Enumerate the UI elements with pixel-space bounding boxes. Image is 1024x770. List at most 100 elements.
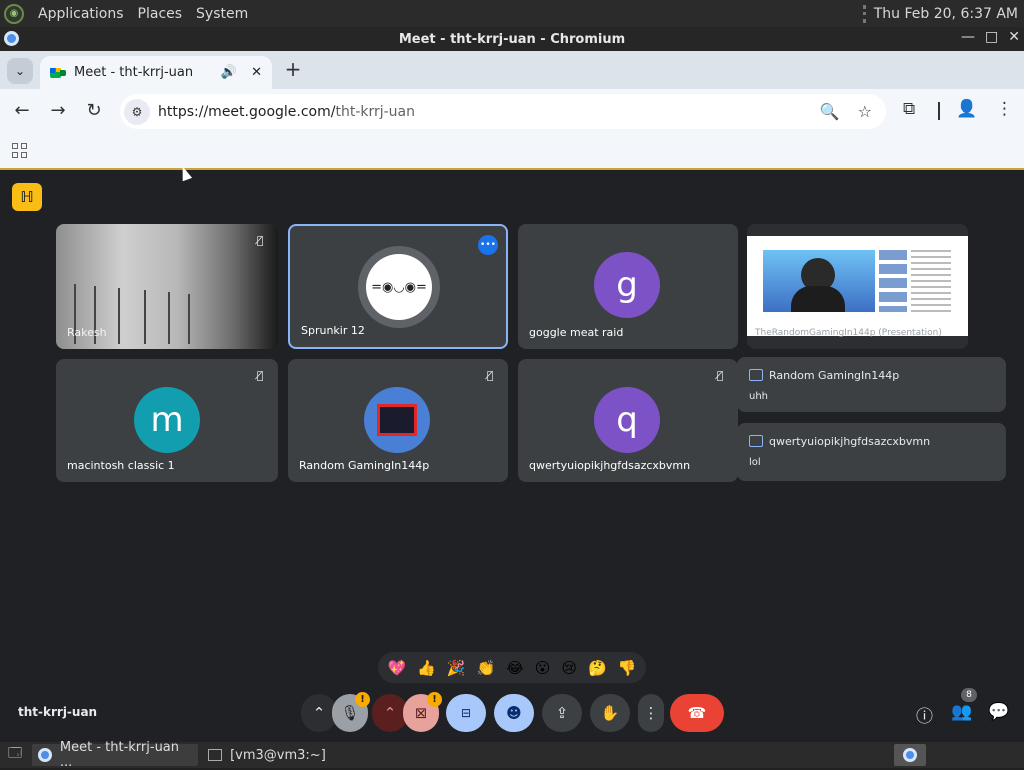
captions-button[interactable]: ⊟: [446, 694, 486, 732]
participant-name: Sprunkir 12: [301, 324, 365, 337]
emoji-button[interactable]: ☻: [494, 694, 534, 732]
reaction-sad[interactable]: 😢: [561, 659, 577, 677]
presenter-figure: [791, 286, 845, 312]
participant-name: Rakesh: [67, 326, 107, 339]
chevron-up-icon: ⌃: [383, 704, 397, 722]
site-info-icon[interactable]: ⚙: [124, 98, 150, 125]
tab-title: Meet - tht-krrj-uan: [74, 65, 194, 80]
avatar-ring: =◉◡◉=: [358, 246, 440, 328]
present-screen-icon: ⇪: [555, 704, 569, 722]
plus-icon: +: [284, 57, 302, 81]
participant-tile-qwerty[interactable]: q 🎙̸ qwertyuiopikjhgfdsazcxbvmn: [518, 359, 738, 482]
reaction-laugh[interactable]: 😂: [506, 659, 524, 677]
meeting-details-icon[interactable]: ⓘ: [916, 702, 933, 727]
clock-area: Thu Feb 20, 6:37 AM: [862, 4, 1018, 23]
reload-button[interactable]: ↻: [82, 99, 106, 123]
window-controls: — □ ✕: [961, 29, 1020, 45]
reaction-clap[interactable]: 👏: [477, 659, 496, 677]
avatar-logo: [377, 404, 417, 436]
chat-toast[interactable]: Random GamingIn144p uhh: [737, 357, 1006, 412]
applications-menu[interactable]: Applications: [38, 6, 124, 22]
chromium-logo-icon: [38, 748, 52, 762]
audio-playing-icon[interactable]: 🔊: [221, 65, 237, 80]
show-desktop-icon[interactable]: 🗔: [2, 744, 28, 766]
url-text[interactable]: https://meet.google.com/tht-krrj-uan: [158, 104, 415, 120]
workspace-switcher[interactable]: [894, 744, 926, 766]
system-top-panel: ◉ Applications Places System Thu Feb 20,…: [0, 0, 1024, 27]
presentation-sidebar-text: [911, 250, 951, 312]
taskbar-item-label: [vm3@vm3:~]: [230, 747, 326, 763]
close-tab-icon[interactable]: ✕: [251, 65, 262, 80]
avatar: g: [594, 252, 660, 318]
tab-meet[interactable]: Meet - tht-krrj-uan 🔊 ✕: [40, 56, 272, 89]
distro-logo-icon[interactable]: ◉: [4, 3, 24, 24]
meeting-code: tht-krrj-uan: [18, 705, 98, 719]
camera-feed-detail: [118, 288, 120, 344]
zoom-icon[interactable]: 🔍: [820, 102, 840, 121]
speaking-indicator-icon: •••: [478, 235, 498, 255]
meet-content: ℍ 🎙̸ Rakesh =◉◡◉= ••• Sprunkir 12 g gogg…: [0, 170, 1024, 742]
minimize-icon[interactable]: —: [961, 29, 975, 45]
chromium-logo-icon: [903, 748, 917, 762]
emoji-icon: ☻: [506, 704, 522, 722]
chevron-up-icon: ⌃: [312, 704, 326, 722]
more-vert-icon: ⋮: [643, 704, 659, 722]
more-options-button[interactable]: ⋮: [638, 694, 664, 732]
window-title-bar[interactable]: Meet - tht-krrj-uan - Chromium — □ ✕: [0, 27, 1024, 51]
chat-icon[interactable]: 💬: [988, 702, 1009, 722]
avatar: =◉◡◉=: [366, 254, 432, 320]
system-menu-item[interactable]: System: [196, 6, 248, 22]
window-title: Meet - tht-krrj-uan - Chromium: [398, 31, 626, 47]
omnibox-actions: 🔍 ☆: [820, 102, 872, 121]
participant-tile-macintosh[interactable]: m 🎙̸ macintosh classic 1: [56, 359, 278, 482]
extensions-icon[interactable]: ⧉: [903, 99, 915, 119]
presentation-caption: TheRandomGamingIn144p (Presentation): [755, 328, 942, 338]
participant-tile-rakesh[interactable]: 🎙̸ Rakesh: [56, 224, 278, 349]
leave-call-button[interactable]: ☎: [670, 694, 724, 732]
presentation-sidebar-thumbs: [879, 250, 907, 312]
google-meet-icon: [50, 66, 66, 80]
maximize-icon[interactable]: □: [985, 29, 998, 45]
presentation-video-thumbnail: [763, 250, 875, 312]
reaction-thinking[interactable]: 🤔: [588, 659, 607, 677]
participant-name: goggle meat raid: [529, 326, 624, 339]
meet-host-badge[interactable]: ℍ: [12, 183, 42, 211]
reaction-heart[interactable]: 💖: [388, 659, 407, 677]
reload-icon: ↻: [86, 100, 102, 121]
forward-button[interactable]: →: [46, 99, 70, 123]
back-button[interactable]: ←: [10, 99, 34, 123]
taskbar-item-terminal[interactable]: [vm3@vm3:~]: [202, 744, 332, 766]
apps-grid-icon[interactable]: [12, 143, 27, 158]
chevron-down-icon: ⌄: [14, 64, 26, 78]
chat-toast[interactable]: qwertyuiopikjhgfdsazcxbvmn lol: [737, 423, 1006, 481]
more-menu-icon[interactable]: ⋮: [996, 99, 1013, 119]
tab-search-button[interactable]: ⌄: [7, 58, 33, 84]
taskbar-item-chromium[interactable]: Meet - tht-krrj-uan ...: [32, 740, 199, 770]
people-icon[interactable]: 👥: [951, 702, 972, 722]
address-bar[interactable]: ⚙ https://meet.google.com/tht-krrj-uan 🔍…: [120, 94, 886, 129]
chat-message: uhh: [749, 391, 769, 402]
taskbar-item-label: Meet - tht-krrj-uan ...: [59, 740, 180, 770]
bookmark-star-icon[interactable]: ☆: [858, 102, 872, 121]
presentation-screen: [747, 236, 968, 336]
participant-tile-sprunkir[interactable]: =◉◡◉= ••• Sprunkir 12: [288, 224, 508, 349]
taskbar: 🗔 Meet - tht-krrj-uan ... [vm3@vm3:~]: [0, 740, 1024, 770]
new-tab-button[interactable]: +: [282, 58, 304, 80]
clock[interactable]: Thu Feb 20, 6:37 AM: [874, 6, 1018, 22]
presentation-tile[interactable]: TheRandomGamingIn144p (Presentation): [747, 224, 968, 349]
participant-tile-goggle-meat-raid[interactable]: g goggle meat raid: [518, 224, 738, 349]
reaction-thumbs-up[interactable]: 👍: [417, 659, 436, 677]
reactions-bar: 💖 👍 🎉 👏 😂 😮 😢 🤔 👎: [378, 652, 646, 683]
profile-icon[interactable]: 👤: [956, 99, 977, 119]
reaction-surprised[interactable]: 😮: [535, 659, 551, 677]
reaction-thumbs-down[interactable]: 👎: [618, 659, 637, 677]
present-screen-button[interactable]: ⇪: [542, 694, 582, 732]
participant-tile-random-gaming[interactable]: 🎙̸ Random GamingIn144p: [288, 359, 508, 482]
raise-hand-icon: ✋: [600, 704, 620, 722]
captions-icon: ⊟: [460, 706, 472, 720]
reaction-party[interactable]: 🎉: [447, 659, 466, 677]
chat-message-icon: [749, 369, 763, 381]
places-menu[interactable]: Places: [138, 6, 183, 22]
raise-hand-button[interactable]: ✋: [590, 694, 630, 732]
close-window-icon[interactable]: ✕: [1008, 29, 1020, 45]
